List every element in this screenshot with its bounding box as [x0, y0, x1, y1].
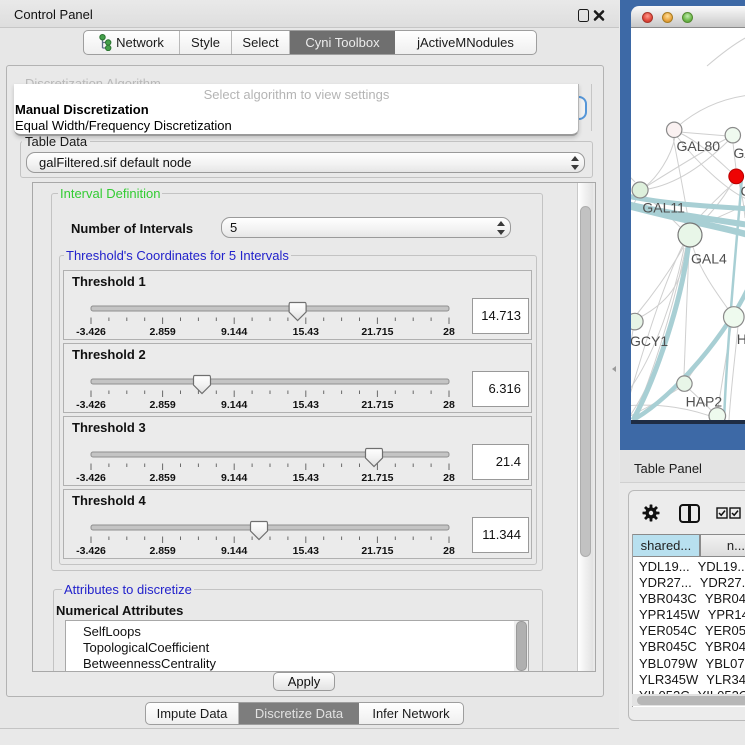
svg-text:28: 28	[443, 326, 455, 338]
svg-text:GCY1: GCY1	[631, 333, 668, 349]
svg-text:-3.426: -3.426	[76, 545, 106, 557]
svg-text:2.859: 2.859	[149, 472, 175, 484]
svg-text:28: 28	[443, 545, 455, 557]
svg-text:15.43: 15.43	[293, 545, 319, 557]
svg-text:HA: HA	[737, 331, 745, 347]
svg-text:2.859: 2.859	[149, 399, 175, 411]
svg-text:15.43: 15.43	[293, 326, 319, 338]
svg-text:GAL4: GAL4	[691, 251, 727, 267]
svg-text:2.859: 2.859	[149, 545, 175, 557]
svg-text:9.144: 9.144	[221, 545, 247, 557]
svg-text:-3.426: -3.426	[76, 326, 106, 338]
svg-text:21.715: 21.715	[361, 399, 393, 411]
svg-text:15.43: 15.43	[293, 472, 319, 484]
svg-text:28: 28	[443, 472, 455, 484]
svg-text:CD: CD	[741, 183, 745, 199]
svg-text:9.144: 9.144	[221, 399, 247, 411]
svg-text:-3.426: -3.426	[76, 472, 106, 484]
svg-text:21.715: 21.715	[361, 326, 393, 338]
svg-text:2.859: 2.859	[149, 326, 175, 338]
svg-text:28: 28	[443, 399, 455, 411]
svg-text:15.43: 15.43	[293, 399, 319, 411]
svg-text:GAL2: GAL2	[734, 145, 745, 161]
svg-text:21.715: 21.715	[361, 545, 393, 557]
svg-text:9.144: 9.144	[221, 472, 247, 484]
svg-text:9.144: 9.144	[221, 326, 247, 338]
svg-text:21.715: 21.715	[361, 472, 393, 484]
svg-text:HAP2: HAP2	[686, 394, 723, 410]
svg-text:GAL11: GAL11	[642, 200, 685, 216]
svg-text:-3.426: -3.426	[76, 399, 106, 411]
svg-text:GAL80: GAL80	[677, 138, 721, 154]
